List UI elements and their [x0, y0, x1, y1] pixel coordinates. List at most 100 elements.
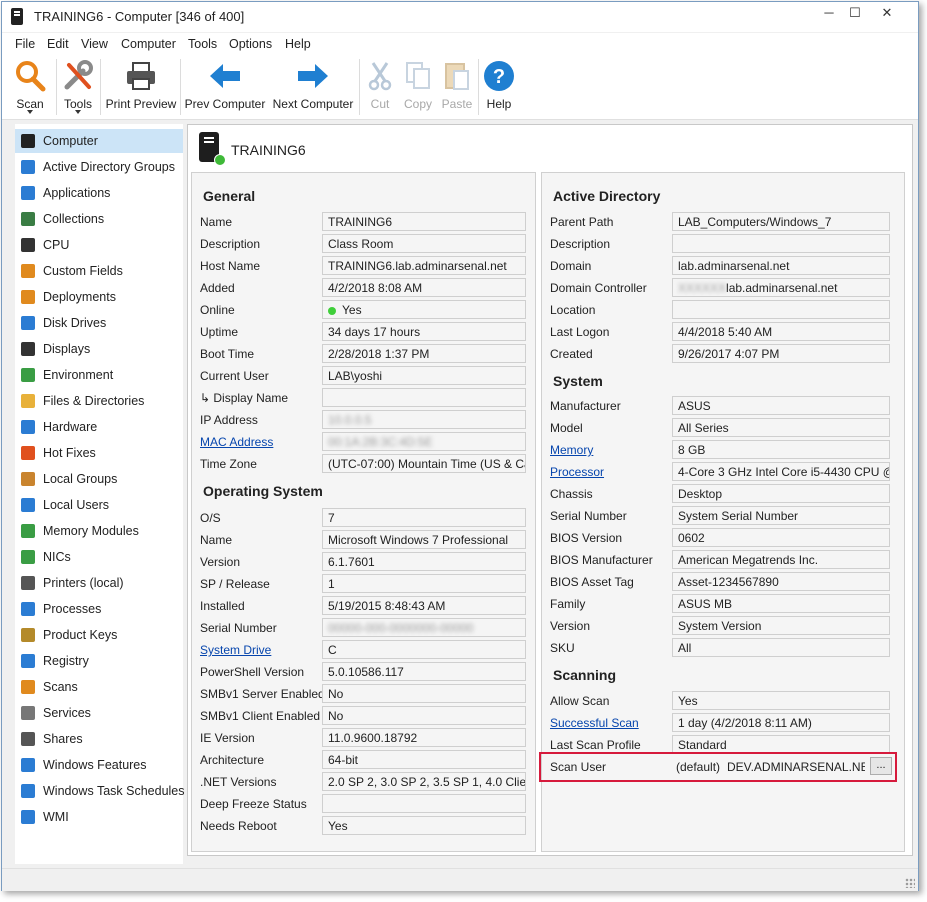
sidebar-item[interactable]: NICs [15, 545, 183, 569]
menu-help[interactable]: Help [285, 37, 311, 51]
menu-file[interactable]: File [15, 37, 35, 51]
sidebar-item[interactable]: Displays [15, 337, 183, 361]
ie-version-value: 11.0.9600.18792 [322, 728, 526, 747]
paste-button[interactable]: Paste [438, 55, 476, 119]
sidebar-item[interactable]: Deployments [15, 285, 183, 309]
field-row: Time Zone (UTC-07:00) Mountain Time (US &… [192, 453, 535, 475]
sidebar-item[interactable]: Environment [15, 363, 183, 387]
online-status-dot [214, 154, 226, 166]
hot-fixes-icon [21, 446, 35, 460]
deep-freeze-status-value [322, 794, 526, 813]
field-row: Memory 8 GB [542, 439, 904, 461]
mac-address-label[interactable]: MAC Address [200, 435, 273, 449]
local-users-icon [21, 498, 35, 512]
sidebar-item[interactable]: WMI [15, 805, 183, 829]
menu-view[interactable]: View [81, 37, 108, 51]
scan-button[interactable]: Scan [6, 55, 54, 119]
sidebar-item[interactable]: Product Keys [15, 623, 183, 647]
sidebar-item-label: Hot Fixes [43, 446, 96, 460]
toolbar: Scan Tools Print Preview Prev Computer N… [2, 55, 918, 120]
environment-icon [21, 368, 35, 382]
menu-edit[interactable]: Edit [47, 37, 69, 51]
value-text: lab.adminarsenal.net [678, 259, 790, 273]
sidebar-item[interactable]: Printers (local) [15, 571, 183, 595]
needs-reboot-value: Yes [322, 816, 526, 835]
copy-icon [406, 62, 430, 89]
field-row: Needs Reboot Yes [192, 815, 535, 837]
sidebar-item-label: WMI [43, 810, 69, 824]
maximize-button[interactable]: ☐ [840, 2, 870, 26]
sidebar-item[interactable]: Local Groups [15, 467, 183, 491]
sidebar-item[interactable]: Scans [15, 675, 183, 699]
field-row: Version 6.1.7601 [192, 551, 535, 573]
applications-icon [21, 186, 35, 200]
sidebar-item-label: Product Keys [43, 628, 118, 642]
collections-icon [21, 212, 35, 226]
sp-release-value: 1 [322, 574, 526, 593]
services-icon [21, 706, 35, 720]
menu-computer[interactable]: Computer [121, 37, 176, 51]
sidebar-item[interactable]: Memory Modules [15, 519, 183, 543]
field-row: O/S 7 [192, 507, 535, 529]
successful-scan-label[interactable]: Successful Scan [550, 716, 639, 730]
sidebar-item[interactable]: Custom Fields [15, 259, 183, 283]
bios-version-value: 0602 [672, 528, 890, 547]
sidebar-item[interactable]: Registry [15, 649, 183, 673]
sidebar-item[interactable]: Disk Drives [15, 311, 183, 335]
system-drive-label[interactable]: System Drive [200, 643, 271, 657]
created-label: Created [550, 347, 593, 361]
help-button[interactable]: ? Help [481, 55, 517, 119]
sidebar-item[interactable]: Applications [15, 181, 183, 205]
model-label: Model [550, 421, 583, 435]
host-name-value: TRAINING6.lab.adminarsenal.net [322, 256, 526, 275]
sidebar-item[interactable]: Files & Directories [15, 389, 183, 413]
bios-manufacturer-label: BIOS Manufacturer [550, 553, 653, 567]
sidebar-item[interactable]: Computer [15, 129, 183, 153]
sidebar-item-label: Shares [43, 732, 83, 746]
prev-computer-button[interactable]: Prev Computer [183, 55, 267, 119]
value-text: lab.adminarsenal.net [726, 281, 838, 295]
status-bar [2, 868, 918, 891]
value-text: 64-bit [328, 753, 359, 767]
custom-fields-icon [21, 264, 35, 278]
chassis-value: Desktop [672, 484, 890, 503]
value-text: 2/28/2018 1:37 PM [328, 347, 430, 361]
sidebar-item[interactable]: Hardware [15, 415, 183, 439]
next-computer-button[interactable]: Next Computer [268, 55, 358, 119]
field-row: Serial Number 00000-000-0000000-00000 [192, 617, 535, 639]
disk-drives-icon [21, 316, 35, 330]
sidebar-item[interactable]: Windows Features [15, 753, 183, 777]
menu-options[interactable]: Options [229, 37, 272, 51]
sidebar-item[interactable]: Collections [15, 207, 183, 231]
close-button[interactable]: ✕ [872, 2, 902, 26]
time-zone-label: Time Zone [200, 457, 257, 471]
sidebar-item-label: Hardware [43, 420, 98, 434]
sidebar-item[interactable]: Hot Fixes [15, 441, 183, 465]
sidebar-item[interactable]: Processes [15, 597, 183, 621]
value-text: Yes [678, 694, 698, 708]
copy-button[interactable]: Copy [399, 55, 437, 119]
sidebar-item[interactable]: Services [15, 701, 183, 725]
needs-reboot-label: Needs Reboot [200, 819, 277, 833]
highlight-box [539, 752, 897, 782]
menu-tools[interactable]: Tools [188, 37, 217, 51]
sidebar-item-label: Active Directory Groups [43, 160, 175, 174]
field-row: Deep Freeze Status [192, 793, 535, 815]
sidebar-item[interactable]: Active Directory Groups [15, 155, 183, 179]
sidebar-item[interactable]: Local Users [15, 493, 183, 517]
main-panel: TRAINING6 General Name TRAINING6 Descriptio… [187, 124, 913, 856]
cut-button[interactable]: Cut [363, 55, 397, 119]
value-text: C [328, 643, 337, 657]
processor-label[interactable]: Processor [550, 465, 604, 479]
domain-label: Domain [550, 259, 592, 273]
print-preview-button[interactable]: Print Preview [103, 55, 179, 119]
sidebar-item[interactable]: Windows Task Schedules [15, 779, 185, 803]
deep-freeze-status-label: Deep Freeze Status [200, 797, 307, 811]
sidebar-item[interactable]: Shares [15, 727, 183, 751]
field-row: Allow Scan Yes [542, 690, 904, 712]
smbv1-server-enabled-label: SMBv1 Server Enabled [200, 687, 325, 701]
sidebar-item[interactable]: CPU [15, 233, 183, 257]
resize-grip[interactable] [905, 878, 915, 888]
memory-label[interactable]: Memory [550, 443, 593, 457]
tools-button[interactable]: Tools [58, 55, 98, 119]
